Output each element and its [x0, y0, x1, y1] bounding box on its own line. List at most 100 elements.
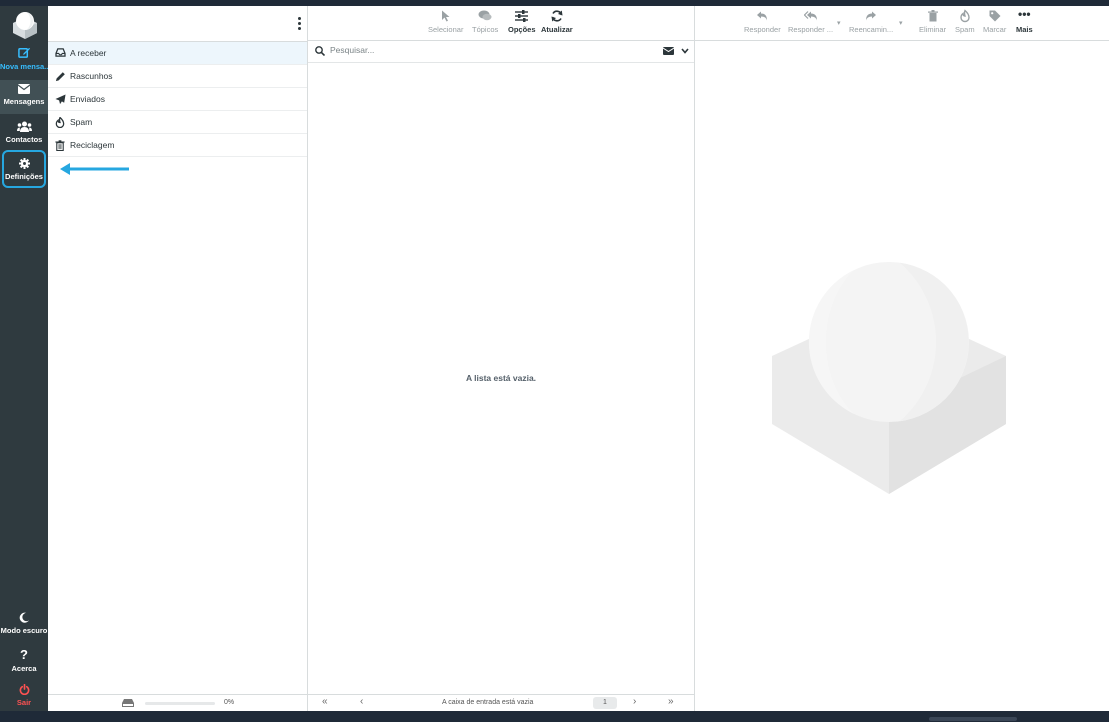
trash-icon	[927, 10, 938, 22]
dark-mode-toggle[interactable]: Modo escuro	[0, 612, 48, 646]
nav-contacts[interactable]: Contactos	[0, 117, 48, 151]
folder-label: Rascunhos	[70, 71, 113, 81]
folder-item-sent[interactable]: Enviados	[48, 88, 307, 111]
about-button[interactable]: ? Acerca	[0, 648, 48, 682]
about-label: Acerca	[11, 664, 37, 673]
reply-label: Responder	[744, 25, 781, 34]
list-toolbar: Selecionar Tópicos Opções Atualizar	[308, 6, 694, 41]
window-scroll-handle	[929, 717, 1017, 721]
search-input[interactable]	[328, 44, 632, 56]
reply-all-dropdown-icon[interactable]: ▾	[837, 19, 841, 27]
sliders-icon	[515, 10, 529, 22]
quota-meter	[145, 702, 215, 705]
search-icon	[315, 46, 325, 56]
message-toolbar: Responder Responder ... ▾ Reencamin... ▾…	[695, 6, 1109, 41]
forward-button[interactable]: Reencamin...	[849, 9, 893, 34]
compose-icon	[17, 47, 30, 58]
folder-item-trash[interactable]: Reciclagem	[48, 134, 307, 157]
window-frame-bottom	[0, 711, 1109, 722]
question-icon: ?	[20, 647, 28, 662]
page-number[interactable]: 1	[593, 697, 617, 709]
prev-page-icon[interactable]: ‹	[360, 696, 363, 707]
forward-icon	[866, 11, 877, 21]
chevron-down-icon[interactable]	[681, 48, 689, 54]
quota-percent: 0%	[224, 699, 235, 706]
reply-icon	[757, 11, 768, 21]
refresh-icon	[551, 10, 563, 22]
envelope-icon	[18, 84, 30, 94]
reply-button[interactable]: Responder	[744, 9, 781, 34]
spam-label: Spam	[955, 25, 975, 34]
folder-item-inbox[interactable]: A receber	[48, 42, 307, 65]
logout-label: Sair	[16, 698, 32, 707]
reply-all-button[interactable]: Responder ...	[788, 9, 833, 34]
empty-list-message: A lista está vazia.	[465, 373, 537, 383]
threads-button[interactable]: Tópicos	[472, 9, 498, 34]
folder-label: Reciclagem	[70, 140, 115, 150]
dark-mode-label: Modo escuro	[0, 626, 48, 635]
spam-button[interactable]: Spam	[955, 9, 975, 34]
first-page-icon[interactable]: «	[322, 696, 328, 707]
users-icon	[16, 121, 32, 132]
envelope-filter-icon[interactable]	[663, 47, 674, 55]
folder-options-icon[interactable]	[298, 17, 301, 32]
nav-mail-label: Mensagens	[3, 97, 45, 106]
folder-pane-header	[48, 6, 307, 42]
comments-icon	[478, 10, 492, 21]
annotation-arrow	[60, 163, 129, 175]
empty-reader-watermark	[772, 262, 1006, 494]
logout-button[interactable]: Sair	[0, 684, 48, 710]
select-button[interactable]: Selecionar	[428, 9, 463, 34]
trash-icon	[55, 140, 65, 151]
folder-item-drafts[interactable]: Rascunhos	[48, 65, 307, 88]
list-pagination: « ‹ A caixa de entrada está vazia 1 › »	[308, 694, 694, 711]
last-page-icon[interactable]: »	[668, 696, 674, 707]
folder-item-spam[interactable]: Spam	[48, 111, 307, 134]
next-page-icon[interactable]: ›	[633, 696, 636, 707]
nav-settings-label: Definições	[5, 172, 43, 181]
folder-pane: A receber Rascunhos Enviados Spam Recicl…	[48, 6, 308, 711]
list-status: A caixa de entrada está vazia	[442, 699, 534, 706]
compose-button[interactable]: Nova mensa...	[0, 46, 51, 76]
select-label: Selecionar	[428, 25, 464, 34]
forward-dropdown-icon[interactable]: ▾	[899, 19, 903, 27]
hard-drive-icon	[122, 699, 134, 707]
reply-all-icon	[803, 11, 817, 21]
tag-icon	[989, 10, 1001, 22]
nav-settings[interactable]: Definições	[2, 150, 46, 188]
refresh-button[interactable]: Atualizar	[541, 9, 573, 34]
fire-icon	[55, 117, 65, 128]
moon-icon	[19, 612, 29, 623]
folder-label: A receber	[70, 48, 107, 58]
folder-label: Enviados	[70, 94, 105, 104]
delete-button[interactable]: Eliminar	[919, 9, 946, 34]
more-button[interactable]: ••• Mais	[1016, 7, 1033, 34]
roundcube-logo	[13, 12, 37, 39]
mark-button[interactable]: Marcar	[983, 9, 1006, 34]
gear-icon	[18, 158, 30, 169]
inbox-icon	[55, 48, 66, 57]
reply-all-label: Responder ...	[788, 25, 834, 34]
nav-mail[interactable]: Mensagens	[0, 80, 48, 114]
paper-plane-icon	[55, 94, 66, 105]
fire-icon	[960, 9, 970, 23]
refresh-label: Atualizar	[541, 25, 573, 34]
pencil-icon	[55, 72, 65, 82]
folder-label: Spam	[70, 117, 93, 127]
mark-label: Marcar	[983, 25, 1007, 34]
quota-bar: 0%	[48, 694, 307, 711]
power-icon	[19, 684, 29, 695]
taskbar: Nova mensa... Mensagens Contactos Defini…	[0, 6, 51, 711]
options-button[interactable]: Opções	[508, 9, 536, 34]
reading-pane: Responder Responder ... ▾ Reencamin... ▾…	[695, 6, 1109, 711]
nav-contacts-label: Contactos	[5, 135, 43, 144]
message-list-pane: Selecionar Tópicos Opções Atualizar Pesq…	[308, 6, 695, 711]
options-label: Opções	[508, 25, 536, 34]
more-label: Mais	[1016, 25, 1033, 34]
search-bar	[308, 41, 694, 63]
forward-label: Reencamin...	[849, 25, 894, 34]
threads-label: Tópicos	[472, 25, 499, 34]
ellipsis-icon: •••	[1018, 7, 1031, 21]
compose-label: Nova mensa...	[0, 62, 51, 71]
cursor-icon	[442, 10, 450, 22]
